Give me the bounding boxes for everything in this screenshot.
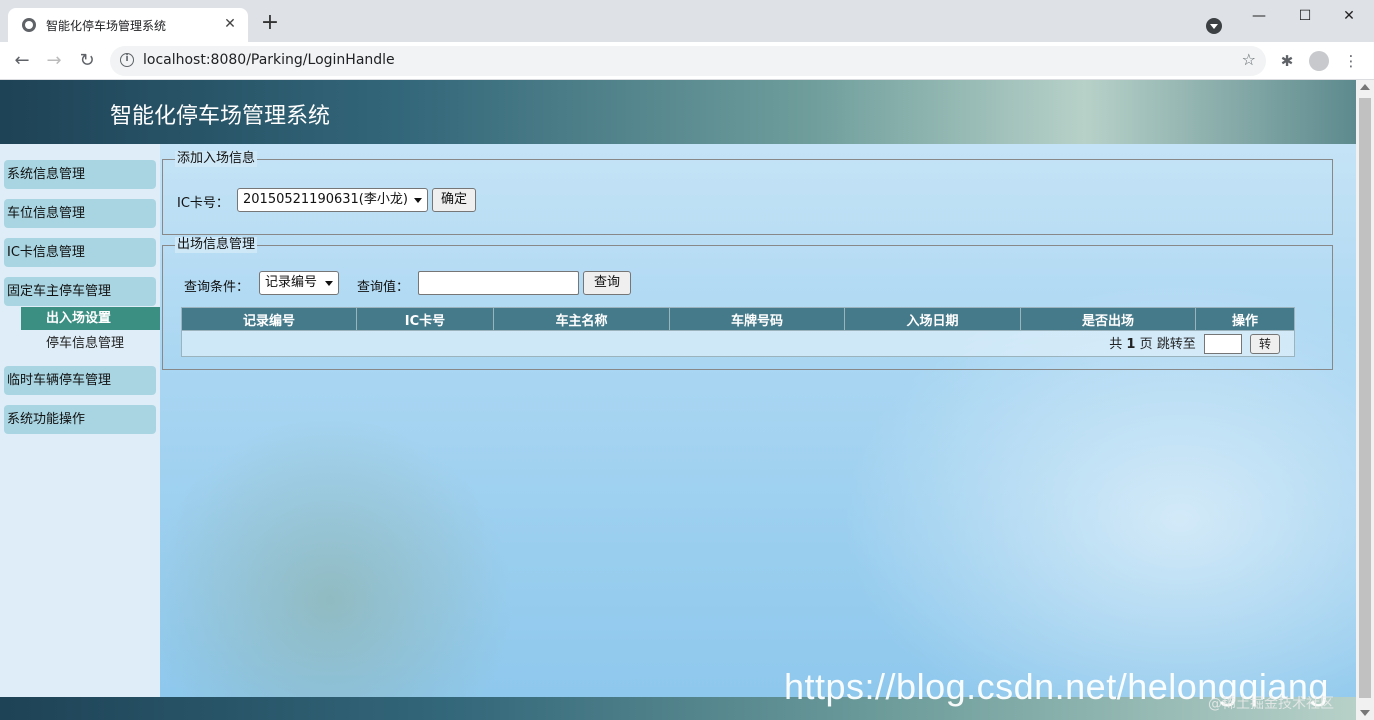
sidebar-item-ic-card[interactable]: IC卡信息管理 — [4, 238, 156, 267]
chevron-down-icon — [325, 281, 333, 286]
query-condition-label: 查询条件： — [184, 280, 250, 295]
sidebar-subitem-parking-info[interactable]: 停车信息管理 — [21, 332, 160, 355]
column-header-exited[interactable]: 是否出场 — [1020, 307, 1196, 331]
ic-card-label: IC卡号： — [177, 196, 229, 211]
entry-panel: 添加入场信息 IC卡号： 20150521190631(李小龙) 确定 — [162, 151, 1333, 235]
extensions-puzzle-icon[interactable]: ✱ — [1277, 51, 1297, 71]
exit-panel-legend: 出场信息管理 — [175, 237, 258, 253]
browser-toolbar: ← → ↻ i localhost:8080/Parking/LoginHand… — [0, 42, 1374, 80]
main-content: 添加入场信息 IC卡号： 20150521190631(李小龙) 确定 出场信息… — [160, 144, 1346, 704]
column-header-owner-name[interactable]: 车主名称 — [493, 307, 670, 331]
exit-records-table: 记录编号 IC卡号 车主名称 车牌号码 入场日期 是否出场 操作 共 1 页 跳… — [181, 307, 1295, 357]
pager-cell: 共 1 页 跳转至 转 — [181, 330, 1295, 357]
pager-prefix: 共 — [1109, 336, 1123, 352]
forward-arrow-icon[interactable]: → — [42, 49, 66, 73]
watermark-community: @稀土掘金技术社区 — [1208, 696, 1334, 712]
tab-title: 智能化停车场管理系统 — [46, 19, 167, 33]
window-maximize-button[interactable]: ☐ — [1282, 4, 1328, 28]
query-condition-selected-value: 记录编号 — [265, 275, 318, 290]
scroll-up-arrow-icon[interactable] — [1360, 84, 1370, 90]
more-menu-icon[interactable]: ⋮ — [1341, 51, 1361, 71]
page-jump-input[interactable] — [1203, 334, 1242, 355]
ic-card-select[interactable]: 20150521190631(李小龙) — [237, 188, 428, 212]
column-header-actions[interactable]: 操作 — [1195, 307, 1295, 331]
chevron-down-icon — [414, 198, 422, 203]
sidebar: 系统信息管理 车位信息管理 IC卡信息管理 固定车主停车管理 出入场设置 停车信… — [0, 144, 160, 704]
sidebar-item-fixed-owner-parking[interactable]: 固定车主停车管理 — [4, 277, 156, 306]
pager-total-pages: 1 — [1126, 336, 1136, 352]
column-header-plate-number[interactable]: 车牌号码 — [669, 307, 845, 331]
sidebar-subitem-entry-exit-settings[interactable]: 出入场设置 — [21, 307, 160, 330]
reload-icon[interactable]: ↻ — [75, 49, 99, 73]
back-arrow-icon[interactable]: ← — [10, 49, 34, 73]
bookmark-star-icon[interactable]: ☆ — [1242, 50, 1256, 69]
column-header-entry-date[interactable]: 入场日期 — [844, 307, 1021, 331]
browser-tab[interactable]: 智能化停车场管理系统 ✕ — [8, 8, 248, 42]
query-button[interactable]: 查询 — [583, 271, 631, 295]
profile-avatar-icon[interactable] — [1309, 51, 1329, 71]
column-header-record-no[interactable]: 记录编号 — [181, 307, 357, 331]
browser-tab-bar: 智能化停车场管理系统 ✕ + — ☐ ✕ — [0, 0, 1374, 42]
sidebar-item-system-info[interactable]: 系统信息管理 — [4, 160, 156, 189]
exit-panel: 出场信息管理 查询条件： 记录编号 查询值： 查询 记录编号 IC卡号 车主名称 — [162, 237, 1333, 370]
url-text: localhost:8080/Parking/LoginHandle — [143, 52, 395, 68]
table-header-row: 记录编号 IC卡号 车主名称 车牌号码 入场日期 是否出场 操作 — [181, 307, 1295, 331]
pager-row: 共 1 页 跳转至 转 — [181, 330, 1295, 357]
scroll-down-arrow-icon[interactable] — [1360, 710, 1370, 716]
new-tab-button[interactable]: + — [258, 12, 282, 36]
tab-search-icon[interactable] — [1206, 18, 1222, 34]
web-page: 智能化停车场管理系统 系统信息管理 车位信息管理 IC卡信息管理 固定车主停车管… — [0, 80, 1356, 720]
tab-close-icon[interactable]: ✕ — [220, 14, 240, 34]
pager: 共 1 页 跳转至 转 — [1109, 333, 1280, 355]
query-value-input[interactable] — [418, 271, 579, 295]
confirm-button[interactable]: 确定 — [432, 188, 476, 212]
info-icon[interactable]: i — [120, 53, 134, 67]
header-banner: 智能化停车场管理系统 — [0, 80, 1356, 144]
scrollbar-thumb[interactable] — [1359, 98, 1371, 698]
window-minimize-button[interactable]: — — [1236, 4, 1282, 28]
window-close-button[interactable]: ✕ — [1326, 4, 1372, 28]
sidebar-item-temp-vehicle-parking[interactable]: 临时车辆停车管理 — [4, 366, 156, 395]
column-header-ic-card[interactable]: IC卡号 — [356, 307, 494, 331]
query-condition-select[interactable]: 记录编号 — [259, 271, 339, 295]
query-value-label: 查询值： — [357, 280, 410, 295]
sidebar-item-parking-space[interactable]: 车位信息管理 — [4, 199, 156, 228]
sidebar-item-system-functions[interactable]: 系统功能操作 — [4, 405, 156, 434]
vertical-scrollbar[interactable] — [1356, 80, 1374, 720]
page-jump-button[interactable]: 转 — [1250, 334, 1280, 355]
globe-icon — [22, 18, 36, 32]
page-title: 智能化停车场管理系统 — [110, 104, 331, 129]
address-bar[interactable]: i localhost:8080/Parking/LoginHandle ☆ — [110, 46, 1266, 76]
entry-panel-legend: 添加入场信息 — [175, 151, 258, 167]
pager-suffix: 页 跳转至 — [1139, 336, 1196, 352]
ic-card-selected-value: 20150521190631(李小龙) — [243, 192, 408, 207]
